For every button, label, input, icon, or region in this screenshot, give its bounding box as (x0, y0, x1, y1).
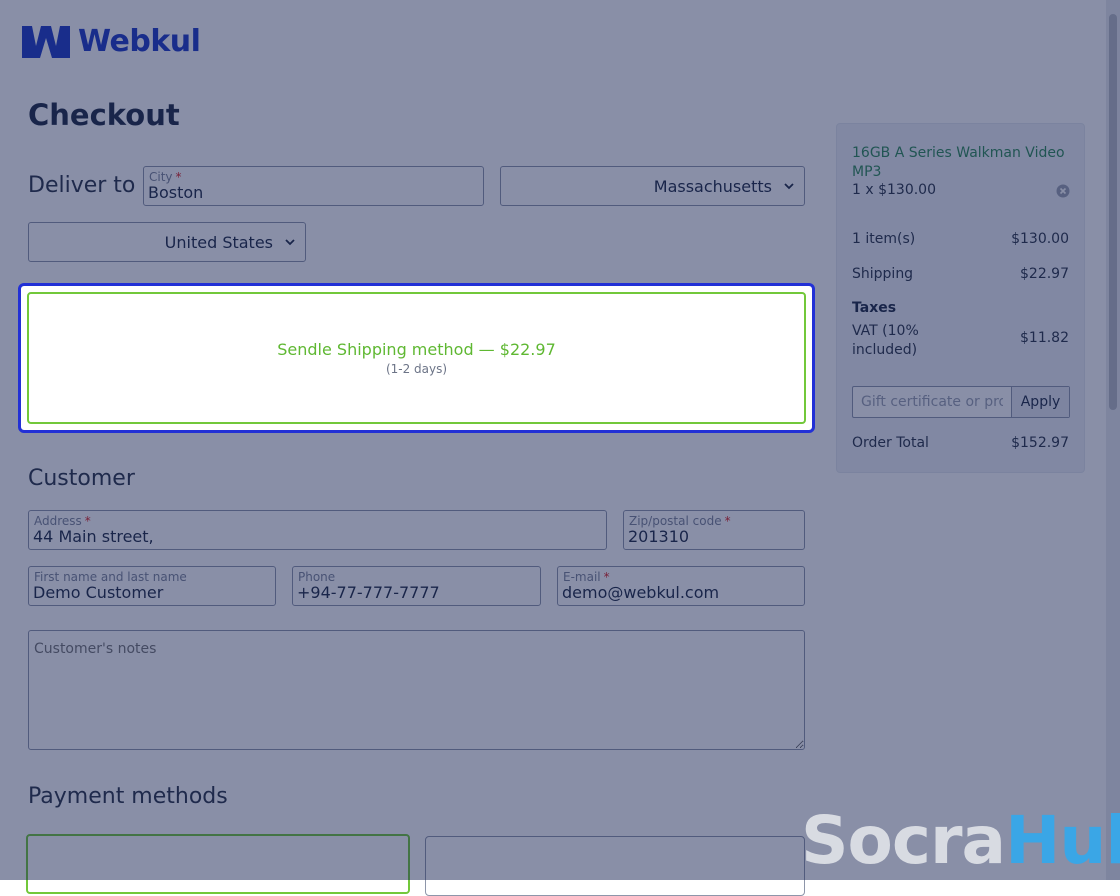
deliver-to-label: Deliver to (28, 173, 136, 198)
required-mark: * (175, 170, 182, 184)
zip-input[interactable] (628, 527, 800, 546)
address-field[interactable]: Address * (28, 510, 607, 550)
city-label: City (149, 170, 173, 184)
shipping-value: $22.97 (1020, 266, 1069, 282)
vat-label: VAT (10% included) (852, 323, 919, 358)
product-quantity: 1 x $130.00 (852, 182, 936, 198)
promo-code-input[interactable] (853, 387, 1011, 417)
state-select[interactable]: Massachusetts (500, 166, 805, 206)
vat-value: $11.82 (1020, 330, 1069, 346)
apply-button[interactable]: Apply (1011, 387, 1069, 417)
country-select[interactable]: United States (28, 222, 306, 262)
watermark-part-1: Socra (801, 802, 1006, 879)
payment-option-1[interactable] (26, 834, 410, 894)
name-input[interactable] (33, 583, 271, 602)
items-label: 1 item(s) (852, 231, 916, 247)
customer-heading: Customer (28, 466, 135, 491)
watermark-part-2: Hub (1005, 802, 1120, 879)
required-mark: * (724, 514, 731, 528)
phone-label: Phone (298, 570, 336, 584)
page-scrollbar[interactable] (1106, 0, 1120, 880)
required-mark: * (84, 514, 91, 528)
shipping-method-name: Sendle Shipping method — $22.97 (277, 340, 556, 359)
socrahub-watermark: SocraHub (801, 808, 1120, 874)
items-row: 1 item(s) $130.00 (852, 231, 1069, 247)
shipping-row: Shipping $22.97 (852, 266, 1069, 282)
checkout-page: Webkul Checkout Deliver to City* Massach… (0, 0, 1120, 896)
address-label: Address (34, 514, 82, 528)
country-value: United States (164, 232, 273, 252)
city-field[interactable]: City * (143, 166, 484, 206)
email-input[interactable] (562, 583, 800, 602)
email-label: E-mail (563, 570, 601, 584)
taxes-heading: Taxes (852, 300, 897, 316)
order-total-label: Order Total (852, 435, 929, 451)
chevron-down-icon (784, 183, 794, 190)
name-label: First name and last name (34, 570, 187, 584)
zip-label: Zip/postal code (629, 514, 722, 528)
required-mark: * (603, 570, 610, 584)
webkul-logo-icon (22, 25, 70, 58)
chevron-down-icon (285, 239, 295, 246)
shipping-method-option[interactable]: Sendle Shipping method — $22.97 (1-2 day… (27, 292, 806, 424)
state-value: Massachusetts (653, 176, 772, 196)
scrollbar-thumb[interactable] (1109, 14, 1117, 410)
promo-code-group: Apply (852, 386, 1070, 418)
shipping-method-days: (1-2 days) (385, 362, 448, 376)
payment-option-2[interactable] (425, 836, 805, 896)
phone-field[interactable]: Phone (292, 566, 541, 606)
phone-input[interactable] (297, 583, 536, 602)
shipping-label: Shipping (852, 266, 914, 282)
order-total-value: $152.97 (1011, 435, 1069, 451)
brand-name: Webkul (78, 24, 201, 59)
email-field[interactable]: E-mail * (557, 566, 805, 606)
items-value: $130.00 (1011, 231, 1069, 247)
payment-heading: Payment methods (28, 784, 228, 809)
shipping-method-highlight: Sendle Shipping method — $22.97 (1-2 day… (18, 283, 815, 433)
city-input[interactable] (148, 183, 479, 202)
address-input[interactable] (33, 527, 602, 546)
customer-notes-input[interactable] (28, 630, 805, 750)
page-title: Checkout (28, 98, 180, 132)
order-summary: 16GB A Series Walkman Video MP3 1 x $130… (836, 123, 1085, 473)
product-name-link[interactable]: 16GB A Series Walkman Video MP3 (852, 144, 1067, 182)
brand-logo[interactable]: Webkul (22, 24, 201, 59)
remove-item-icon[interactable] (1056, 184, 1070, 198)
order-total-row: Order Total $152.97 (852, 435, 1069, 451)
name-field[interactable]: First name and last name (28, 566, 276, 606)
zip-field[interactable]: Zip/postal code * (623, 510, 805, 550)
